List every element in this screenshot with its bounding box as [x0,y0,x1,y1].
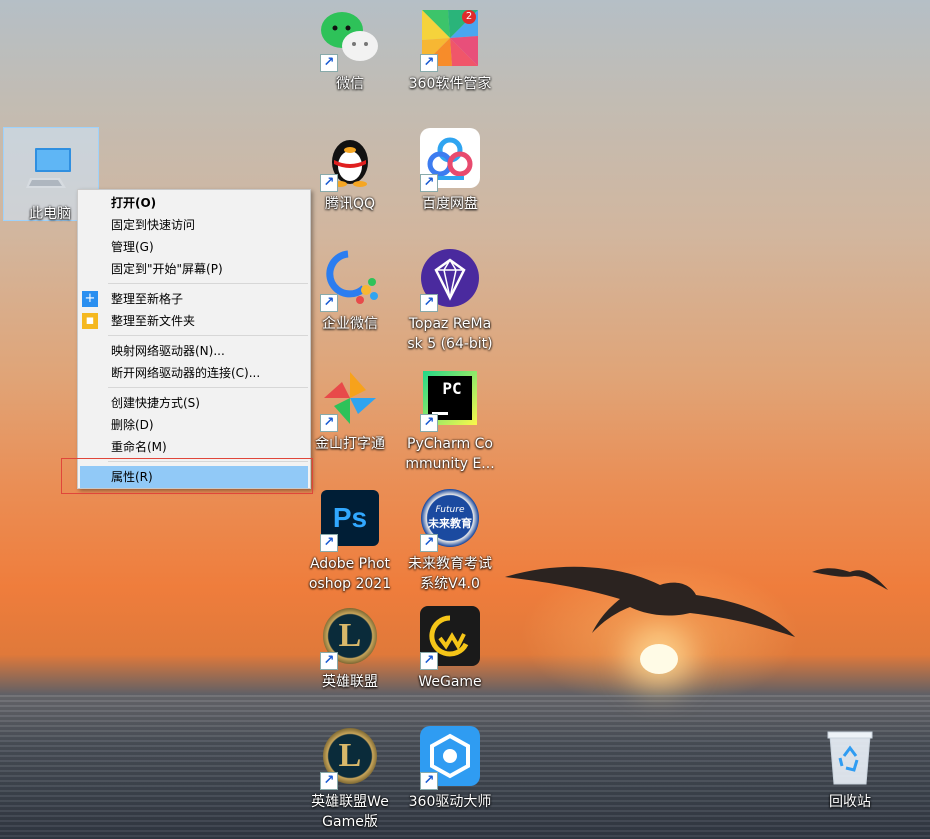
icon-360-software-manager[interactable]: 2 ↗ 360软件管家 [400,0,500,94]
menu-separator [108,283,308,284]
menu-item-organize-new-grid[interactable]: + 整理至新格子 [78,288,310,310]
icon-league-of-legends[interactable]: L ↗ 英雄联盟 [300,598,400,692]
plus-icon: + [82,291,98,307]
menu-item-rename[interactable]: 重命名(M) [78,436,310,458]
notification-badge: 2 [462,10,476,24]
menu-item-manage[interactable]: 管理(G) [78,236,310,258]
icon-wecom[interactable]: ↗ 企业微信 [300,240,400,334]
icon-label: 微信 [336,76,364,92]
shortcut-arrow-icon: ↗ [420,54,438,72]
icon-label: 企业微信 [322,316,378,332]
highlight-annotation-box [61,458,313,494]
icon-lol-wegame[interactable]: L ↗ 英雄联盟We Game版 [300,718,400,832]
icon-future-education[interactable]: Future 未来教育 ↗ 未来教育考试 系统V4.0 [400,480,500,594]
desktop-background[interactable]: 此电脑 ↗ 微信 2 ↗ 360软件管家 ↗ 腾讯QQ ↗ 百度网盘 ↗ 企业微… [0,0,930,839]
context-menu: 打开(O) 固定到快速访问 管理(G) 固定到"开始"屏幕(P) + 整理至新格… [77,189,311,489]
icon-jinshan-typing[interactable]: ↗ 金山打字通 [300,360,400,454]
icon-pycharm[interactable]: PC ↗ PyCharm Co mmunity E... [400,360,500,474]
menu-item-map-network-drive[interactable]: 映射网络驱动器(N)... [78,340,310,362]
icon-label: 英雄联盟We Game版 [311,794,389,830]
menu-separator [108,335,308,336]
shortcut-arrow-icon: ↗ [320,414,338,432]
icon-wegame[interactable]: ↗ WeGame [400,598,500,692]
menu-item-pin-start[interactable]: 固定到"开始"屏幕(P) [78,258,310,280]
recycle-bin-graphic-icon [827,731,873,785]
shortcut-arrow-icon: ↗ [420,414,438,432]
shortcut-arrow-icon: ↗ [420,652,438,670]
icon-label: 360驱动大师 [408,794,492,810]
icon-label: Topaz ReMa sk 5 (64-bit) [407,316,493,352]
seagull-large [505,566,795,637]
icon-label: 英雄联盟 [322,674,378,690]
menu-item-open[interactable]: 打开(O) [78,192,310,214]
icon-photoshop[interactable]: Ps ↗ Adobe Phot oshop 2021 [300,480,400,594]
shortcut-arrow-icon: ↗ [420,294,438,312]
computer-icon [26,148,71,188]
shortcut-arrow-icon: ↗ [420,174,438,192]
icon-label: 腾讯QQ [324,196,376,212]
folder-icon: ▪ [82,313,98,329]
menu-item-organize-new-folder[interactable]: ▪ 整理至新文件夹 [78,310,310,332]
icon-tencent-qq[interactable]: ↗ 腾讯QQ [300,120,400,214]
icon-label: WeGame [418,674,482,690]
menu-item-disconnect-network-drive[interactable]: 断开网络驱动器的连接(C)... [78,362,310,384]
seagull-small [812,568,888,590]
shortcut-arrow-icon: ↗ [320,174,338,192]
menu-item-pin-quick-access[interactable]: 固定到快速访问 [78,214,310,236]
sun [640,644,678,674]
menu-item-delete[interactable]: 删除(D) [78,414,310,436]
icon-topaz-remask[interactable]: ↗ Topaz ReMa sk 5 (64-bit) [400,240,500,354]
icon-360-driver-master[interactable]: ↗ 360驱动大师 [400,718,500,812]
icon-label: 金山打字通 [315,436,385,452]
menu-separator [108,387,308,388]
shortcut-arrow-icon: ↗ [320,772,338,790]
icon-label: PyCharm Co mmunity E... [405,436,495,472]
shortcut-arrow-icon: ↗ [420,772,438,790]
icon-label: 360软件管家 [408,76,492,92]
shortcut-arrow-icon: ↗ [320,534,338,552]
icon-baidu-netdisk[interactable]: ↗ 百度网盘 [400,120,500,214]
shortcut-arrow-icon: ↗ [320,294,338,312]
recycle-bin-icon[interactable]: 回收站 [800,718,900,812]
shortcut-arrow-icon: ↗ [420,534,438,552]
icon-label: 未来教育考试 系统V4.0 [408,556,492,592]
icon-label: Adobe Phot oshop 2021 [308,556,392,592]
shortcut-arrow-icon: ↗ [320,54,338,72]
icon-wechat[interactable]: ↗ 微信 [300,0,400,94]
menu-item-create-shortcut[interactable]: 创建快捷方式(S) [78,392,310,414]
shortcut-arrow-icon: ↗ [320,652,338,670]
recycle-bin-label: 回收站 [829,794,871,810]
icon-label: 百度网盘 [422,196,478,212]
